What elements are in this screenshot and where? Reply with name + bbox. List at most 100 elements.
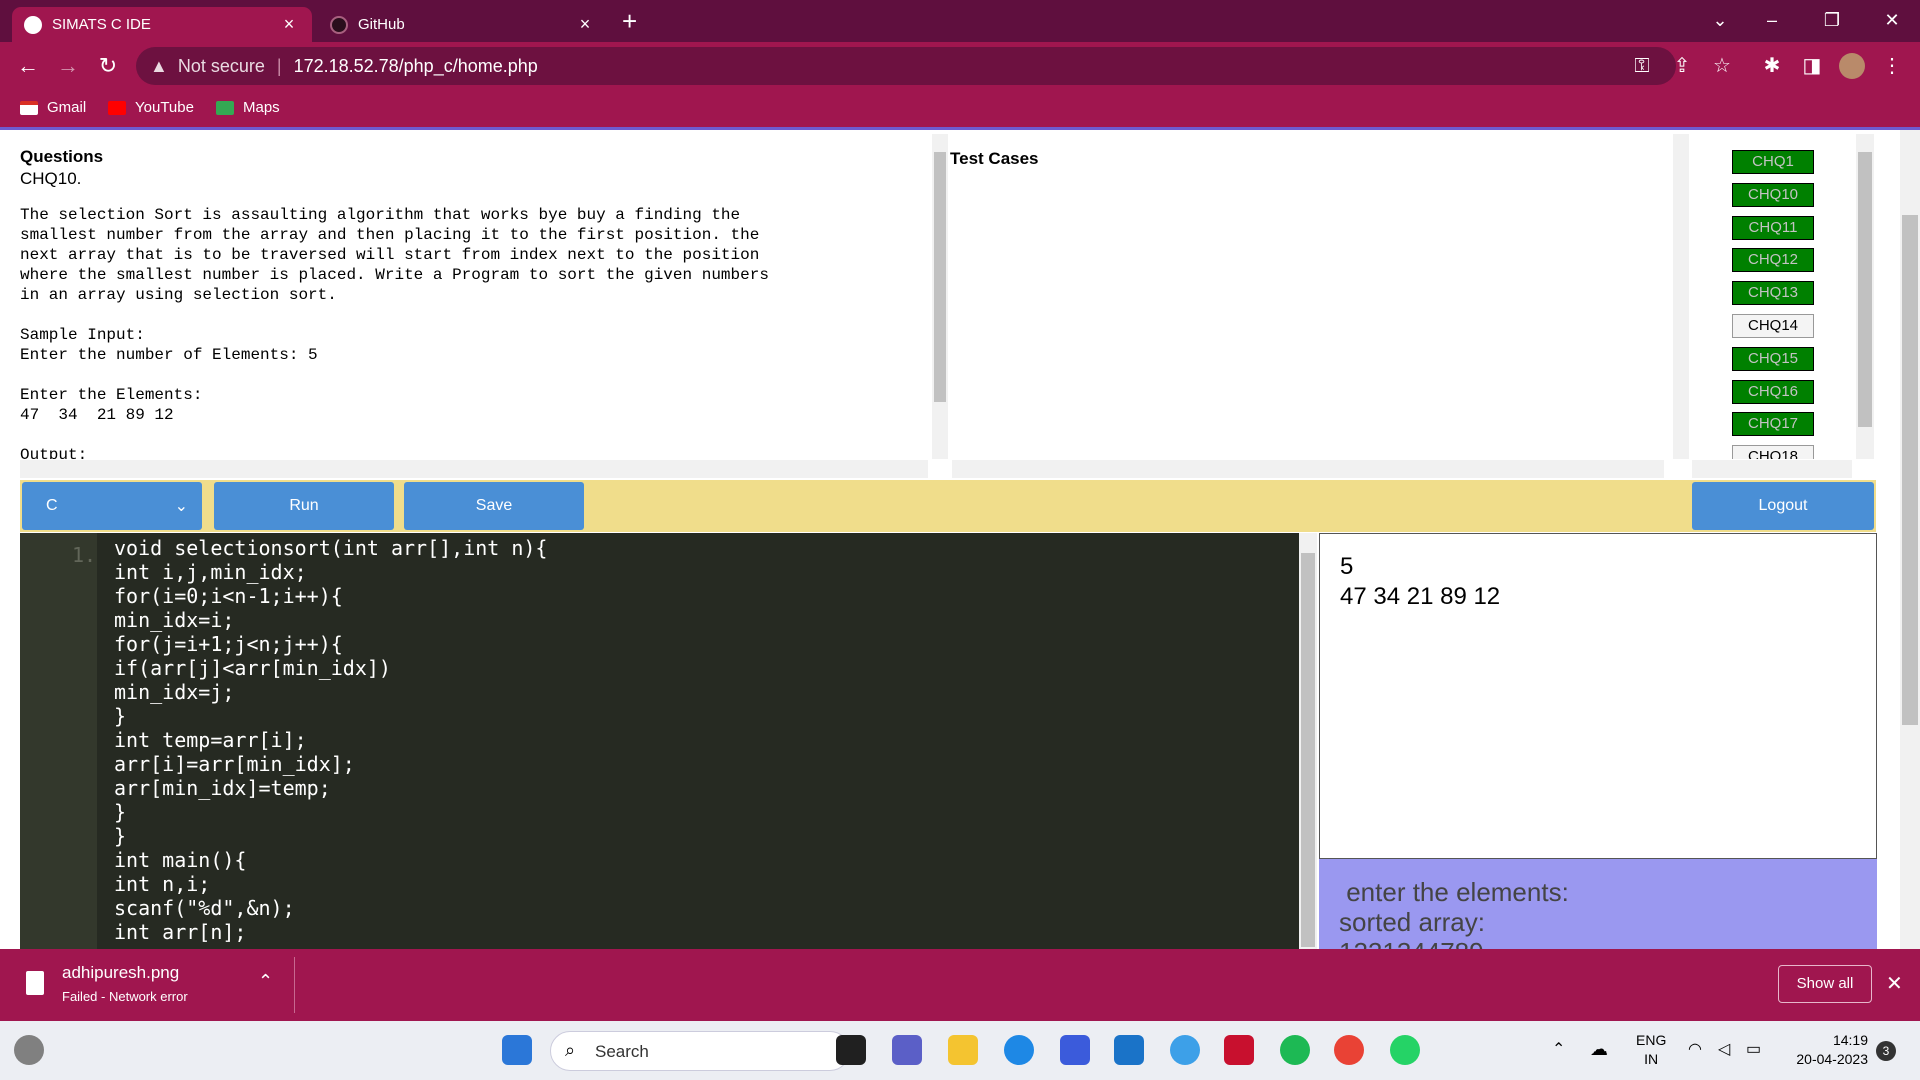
question-button[interactable]: CHQ11 <box>1732 215 1814 240</box>
close-icon[interactable]: × <box>278 14 300 35</box>
extensions-icon[interactable]: ✱ <box>1756 50 1788 82</box>
input-value: 5 47 34 21 89 12 <box>1340 553 1501 610</box>
question-button[interactable]: CHQ13 <box>1732 281 1814 306</box>
bookmark-maps[interactable]: Maps <box>216 99 280 116</box>
address-bar[interactable]: ▲ Not secure | 172.18.52.78/php_c/home.p… <box>136 47 1676 85</box>
question-scrollbar[interactable] <box>932 134 948 459</box>
teams-icon[interactable] <box>892 1035 922 1065</box>
question-panel: Questions CHQ10. The selection Sort is a… <box>20 134 932 459</box>
battery-icon[interactable]: ▭ <box>1746 1039 1761 1059</box>
question-button[interactable]: CHQ16 <box>1732 379 1814 404</box>
help-icon[interactable] <box>1170 1035 1200 1065</box>
language-indicator[interactable]: ENG IN <box>1636 1031 1666 1069</box>
taskbar-search[interactable]: ⌕ Search <box>550 1031 850 1071</box>
chrome-icon[interactable] <box>1334 1035 1364 1065</box>
question-list-hscrollbar[interactable] <box>1692 460 1852 478</box>
question-button[interactable]: CHQ17 <box>1732 412 1814 437</box>
speaker-icon[interactable]: ◁ <box>1718 1039 1730 1059</box>
tab-search-icon[interactable]: ⌄ <box>1700 4 1740 36</box>
download-filename[interactable]: adhipuresh.png <box>62 963 179 983</box>
bookmark-youtube[interactable]: YouTube <box>108 99 194 116</box>
security-label: Not secure <box>177 55 265 76</box>
line-number: 1. <box>72 543 97 567</box>
restore-icon[interactable]: ❐ <box>1812 4 1852 36</box>
tab-title: GitHub <box>358 16 405 33</box>
search-label: Search <box>595 1042 649 1061</box>
code-text[interactable]: void selectionsort(int arr[],int n){ int… <box>114 533 547 944</box>
divider: | <box>276 55 282 76</box>
start-icon[interactable] <box>502 1035 532 1065</box>
question-button[interactable]: CHQ12 <box>1732 248 1814 273</box>
question-button[interactable]: CHQ1 <box>1732 150 1814 174</box>
menu-icon[interactable]: ⋮ <box>1876 50 1908 82</box>
bookmark-gmail[interactable]: Gmail <box>20 99 86 116</box>
globe-icon <box>24 15 42 34</box>
minimize-icon[interactable]: – <box>1752 4 1792 36</box>
code-editor[interactable]: 1. void selectionsort(int arr[],int n){ … <box>20 533 1299 949</box>
run-button[interactable]: Run <box>214 482 394 530</box>
line-gutter: 1. <box>20 533 97 949</box>
question-button[interactable]: CHQ10 <box>1732 182 1814 207</box>
bookmarks-bar: Gmail YouTube Maps <box>0 90 1920 130</box>
avatar[interactable] <box>1836 50 1868 82</box>
store-icon[interactable] <box>1060 1035 1090 1065</box>
test-cases-scrollbar[interactable] <box>1673 134 1689 459</box>
test-cases-panel: Test Cases <box>948 134 1673 459</box>
language-select[interactable]: C ⌄ <box>22 482 202 530</box>
browser-toolbar: ← → ↻ ▲ Not secure | 172.18.52.78/php_c/… <box>0 42 1920 90</box>
share-icon[interactable]: ⇪ <box>1666 50 1698 82</box>
chevron-up-icon[interactable]: ⌃ <box>1552 1039 1565 1059</box>
question-list-scrollbar[interactable] <box>1856 134 1874 459</box>
side-panel-icon[interactable]: ◨ <box>1796 50 1828 82</box>
chevron-down-icon: ⌄ <box>174 498 188 515</box>
wifi-icon[interactable]: ◠ <box>1688 1039 1702 1059</box>
notification-badge[interactable]: 3 <box>1876 1041 1896 1061</box>
language-value: C <box>46 497 58 514</box>
editor-scrollbar[interactable] <box>1299 533 1317 949</box>
question-text: The selection Sort is assaulting algorit… <box>20 206 769 459</box>
test-cases-hscrollbar[interactable] <box>952 460 1664 478</box>
question-hscrollbar[interactable] <box>20 460 928 478</box>
myhp-icon[interactable] <box>1114 1035 1144 1065</box>
mcafee-icon[interactable] <box>1224 1035 1254 1065</box>
region-code: IN <box>1644 1051 1659 1067</box>
back-icon[interactable]: ← <box>12 50 44 82</box>
new-tab-button[interactable]: + <box>622 6 637 36</box>
output-text: enter the elements: sorted array: 122134… <box>1339 877 1569 949</box>
edge-icon[interactable] <box>1004 1035 1034 1065</box>
star-icon[interactable]: ☆ <box>1706 50 1738 82</box>
file-explorer-icon[interactable] <box>948 1035 978 1065</box>
reload-icon[interactable]: ↻ <box>92 50 124 82</box>
forward-icon[interactable]: → <box>52 50 84 82</box>
bookmark-label: Maps <box>243 99 280 116</box>
window-close-icon[interactable]: ✕ <box>1872 4 1912 36</box>
logout-button[interactable]: Logout <box>1692 482 1874 530</box>
weather-icon[interactable] <box>14 1035 44 1065</box>
tab-simats[interactable]: SIMATS C IDE × <box>12 7 312 42</box>
task-view-icon[interactable] <box>836 1035 866 1065</box>
question-button[interactable]: CHQ14 <box>1732 314 1814 338</box>
onedrive-icon[interactable]: ☁ <box>1590 1039 1608 1060</box>
chevron-up-icon[interactable]: ⌃ <box>258 971 273 992</box>
clock[interactable]: 14:19 20-04-2023 <box>1782 1031 1868 1069</box>
input-textarea[interactable]: 5 47 34 21 89 12 <box>1319 533 1877 859</box>
question-id: CHQ10. <box>20 169 82 188</box>
key-icon[interactable]: ⚿ <box>1626 50 1658 82</box>
download-bar: adhipuresh.png Failed - Network error ⌃ … <box>0 949 1920 1021</box>
taskbar: ⌕ Search ⌃ ☁ ENG IN ◠ ◁ ▭ 14:19 20-04-20… <box>0 1021 1920 1080</box>
bookmark-label: YouTube <box>135 99 194 116</box>
close-icon[interactable]: × <box>574 14 596 35</box>
test-cases-heading: Test Cases <box>950 149 1039 168</box>
save-button[interactable]: Save <box>404 482 584 530</box>
show-all-button[interactable]: Show all <box>1778 965 1872 1003</box>
spotify-icon[interactable] <box>1280 1035 1310 1065</box>
whatsapp-icon[interactable] <box>1390 1035 1420 1065</box>
tab-title: SIMATS C IDE <box>52 16 151 33</box>
question-button[interactable]: CHQ15 <box>1732 346 1814 371</box>
gmail-icon <box>20 100 38 115</box>
tab-github[interactable]: GitHub × <box>318 7 608 42</box>
page-scrollbar[interactable] <box>1900 130 1920 949</box>
question-button[interactable]: CHQ18 <box>1732 445 1814 459</box>
close-icon[interactable]: ✕ <box>1886 971 1903 996</box>
divider <box>294 957 295 1013</box>
